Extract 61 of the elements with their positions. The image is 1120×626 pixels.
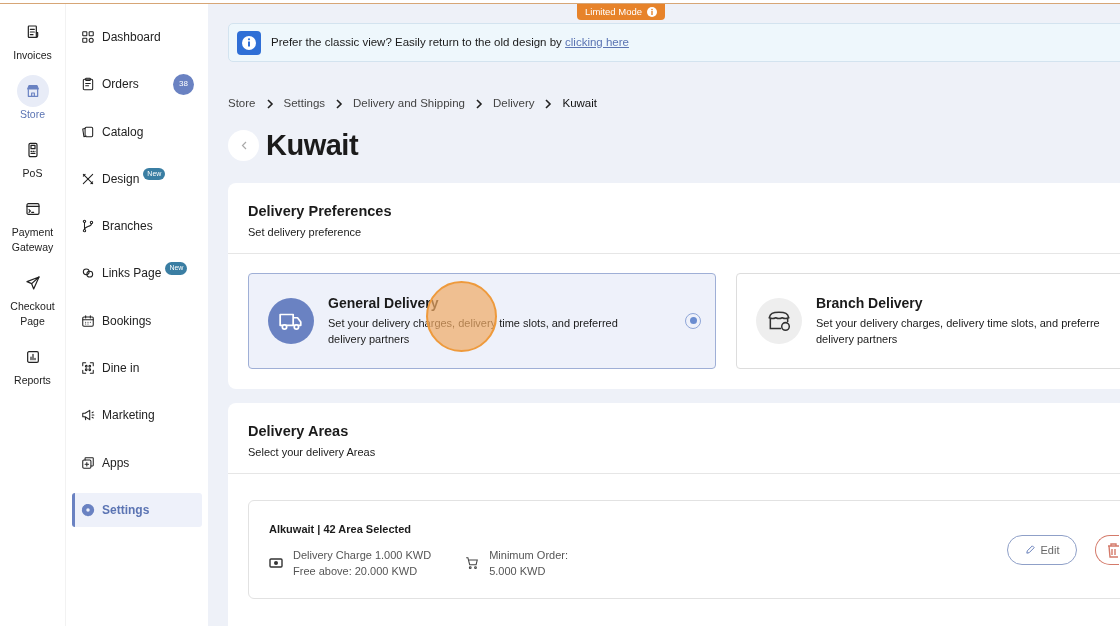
sidebar-item[interactable]: Apps [102, 453, 130, 472]
breadcrumb-item[interactable]: Delivery and Shipping [353, 95, 465, 113]
chevron-right-icon [265, 98, 274, 109]
section-subtitle: Select your delivery Areas [248, 445, 377, 461]
banknote-icon [269, 557, 283, 570]
branch-icon [81, 219, 95, 234]
bar-chart-icon [24, 349, 41, 365]
breadcrumb-item[interactable]: Delivery [492, 95, 535, 113]
section-title: Delivery Areas [248, 422, 350, 441]
link-icon [81, 266, 95, 281]
cards-icon [81, 124, 95, 139]
breadcrumb-item[interactable]: Store [228, 95, 256, 113]
info-icon [237, 30, 261, 55]
grid-icon [81, 30, 95, 44]
sidebar-item[interactable]: Branches [102, 217, 153, 236]
sidebar-item[interactable]: Dashboard [102, 28, 161, 46]
sidebar-item[interactable]: Bookings [102, 311, 152, 330]
sidebar-item[interactable]: Catalog [102, 122, 144, 141]
rail-item[interactable]: Checkout Page [2, 267, 63, 329]
megaphone-icon [81, 408, 95, 423]
chevron-right-icon [335, 98, 344, 109]
send-icon [24, 275, 41, 291]
page-title: Kuwait [266, 128, 359, 164]
chevron-right-icon [544, 98, 553, 109]
sidebar-item[interactable]: Design [102, 169, 140, 188]
cart-icon [465, 556, 480, 571]
rail-item[interactable]: Store [2, 75, 63, 122]
scan-icon [81, 361, 95, 376]
link[interactable]: clicking here [565, 35, 629, 48]
rail-item[interactable]: Invoices [2, 16, 63, 63]
rail-item[interactable]: Reports [2, 341, 63, 388]
breadcrumb-item: Kuwait [562, 96, 597, 111]
delivery-charge-text: Delivery Charge 1.000 KWD Free above: 20.000 KWD [293, 548, 432, 580]
delivery-option-card[interactable]: Branch Delivery Set your delivery charges, delivery time slots, and preferre delivery partners [736, 272, 1120, 369]
chevron-left-icon [240, 141, 247, 151]
count-badge: 38 [173, 73, 194, 95]
chevron-right-icon [474, 98, 483, 109]
trash-icon [1107, 541, 1119, 558]
info-icon [647, 7, 658, 18]
section-subtitle: Set delivery preference [248, 225, 363, 241]
sidebar-item[interactable]: Dine in [102, 359, 140, 378]
sidebar-item[interactable]: Links Page [102, 264, 162, 283]
area-name: Alkuwait | 42 Area Selected [269, 521, 413, 537]
option-title: Branch Delivery [816, 294, 924, 312]
breadcrumb-item[interactable]: Settings [283, 95, 326, 113]
pencil-icon [1024, 544, 1036, 556]
delete-button[interactable] [1095, 534, 1119, 565]
edit-button[interactable]: Edit [1007, 534, 1077, 565]
clipboard-icon [81, 77, 95, 92]
banner-text: Prefer the classic view? Easily return to the old design by clicking here [271, 34, 629, 50]
browser-window-icon [24, 201, 41, 217]
rail-item[interactable]: PoS [2, 134, 63, 181]
sidebar-item[interactable]: Orders [102, 75, 139, 94]
sidebar-item[interactable]: Marketing [102, 406, 155, 425]
section-title: Delivery Preferences [248, 203, 393, 221]
app-add-icon [81, 455, 95, 470]
store-icon [24, 83, 41, 99]
option-description: Set your delivery charges, delivery time slots, and preferre delivery partners [816, 316, 1100, 348]
calendar-icon [81, 313, 95, 328]
rail-item[interactable]: Payment Gateway [2, 193, 63, 255]
minimum-order-text: Minimum Order: 5.000 KWD [489, 548, 568, 580]
